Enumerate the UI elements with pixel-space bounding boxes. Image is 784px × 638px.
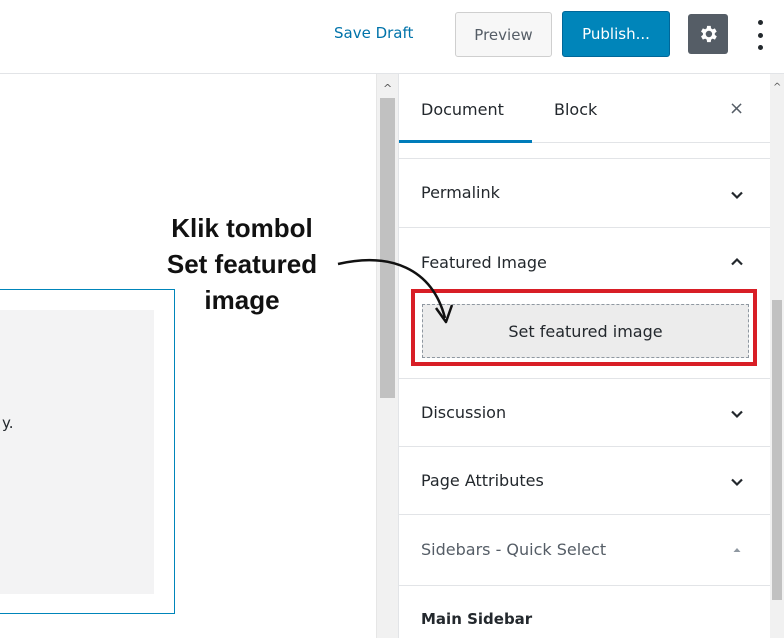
panel-sidebars-quick-select[interactable]: Sidebars - Quick Select	[399, 515, 771, 586]
editor-toolbar: Save Draft Preview Publish...	[0, 0, 784, 74]
chevron-down-icon	[731, 410, 743, 419]
sidebar-scrollbar-thumb[interactable]	[772, 300, 782, 600]
sidebar-tabs: Document Block ×	[399, 74, 771, 144]
panel-discussion[interactable]: Discussion	[399, 379, 771, 447]
chevron-down-icon	[731, 478, 743, 487]
settings-button[interactable]	[688, 14, 728, 54]
scroll-up-arrow-icon[interactable]: ^	[383, 82, 392, 95]
vertical-ellipsis-icon	[757, 20, 763, 25]
triangle-up-icon	[733, 548, 741, 552]
panel-title-sidebars-quick-select: Sidebars - Quick Select	[421, 540, 607, 559]
tab-block[interactable]: Block	[554, 100, 597, 119]
panel-previous-sliver	[399, 143, 771, 159]
panel-title-permalink: Permalink	[421, 183, 500, 202]
panel-title-featured-image: Featured Image	[421, 253, 547, 272]
tutorial-annotation: Klik tombol Set featured image	[126, 210, 358, 318]
highlight-box	[411, 289, 757, 366]
annotation-line: Klik tombol	[171, 213, 313, 243]
editor-text-fragment: y.	[2, 414, 14, 432]
main-sidebar-label: Main Sidebar	[421, 610, 533, 628]
save-draft-link[interactable]: Save Draft	[334, 24, 413, 42]
close-icon[interactable]: ×	[729, 98, 744, 119]
gear-icon	[701, 25, 717, 43]
image-placeholder	[0, 310, 154, 594]
editor-scrollbar-thumb[interactable]	[380, 98, 395, 398]
panel-main-sidebar: Main Sidebar	[399, 586, 771, 638]
editor-scrollbar[interactable]: ^	[376, 74, 398, 638]
tab-document[interactable]: Document	[421, 100, 504, 119]
preview-button[interactable]: Preview	[455, 12, 552, 57]
panel-permalink[interactable]: Permalink	[399, 159, 771, 228]
annotation-line: image	[204, 285, 280, 315]
more-menu-button[interactable]	[752, 20, 768, 50]
publish-button[interactable]: Publish...	[562, 11, 670, 57]
scroll-up-arrow-icon[interactable]: ^	[773, 82, 781, 93]
chevron-up-icon	[731, 257, 743, 266]
panel-page-attributes[interactable]: Page Attributes	[399, 447, 771, 515]
chevron-down-icon	[731, 191, 743, 200]
panel-title-discussion: Discussion	[421, 403, 507, 422]
sidebar-scrollbar[interactable]: ^	[770, 74, 784, 638]
annotation-line: Set featured	[166, 249, 318, 279]
panel-title-page-attributes: Page Attributes	[421, 471, 544, 490]
